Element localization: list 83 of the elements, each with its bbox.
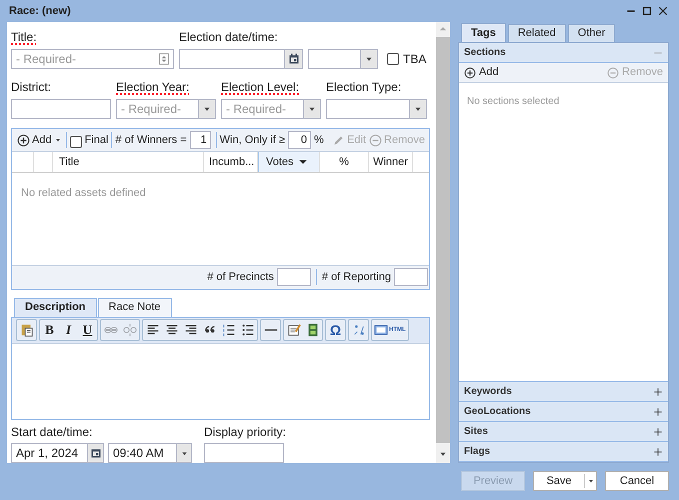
calendar-button[interactable] [284,49,303,69]
expand-icon [653,406,663,416]
align-center-icon [164,323,178,337]
close-icon[interactable] [658,6,668,16]
final-checkbox[interactable] [70,136,82,148]
threshold-field[interactable]: 0 [288,131,311,149]
checkbox-label: Final [84,132,108,148]
side-tab[interactable]: Other [568,24,616,42]
column-header[interactable]: Title [53,152,204,172]
field-label: Election Type: [326,79,402,96]
title-field[interactable]: - Required- [11,49,174,69]
winners-label: # of Winners = [115,132,187,148]
column-header[interactable]: % [320,152,369,172]
winners-field[interactable]: 1 [190,131,211,149]
election-level-dropdown[interactable]: - Required- [221,99,303,119]
empty-message: No sections selected [467,96,560,107]
field-label: Election Year: [116,79,190,96]
field-label: Title: [11,29,37,46]
accordion-header[interactable]: GeoLocations [459,402,668,422]
editor-tab[interactable]: Description [14,298,97,316]
toolbar-button[interactable]: U [78,320,97,340]
caret-icon [54,136,62,144]
date-field[interactable]: Apr 1, 2024 [11,443,87,463]
priority-field[interactable] [204,443,284,463]
window-title: Race: (new) [9,4,72,19]
date-field[interactable] [179,49,284,69]
expand-icon [653,386,663,396]
time-field[interactable]: 09:40 AM [108,443,176,463]
calendar-icon [90,447,102,459]
dots-icon [352,323,366,337]
expand-icon [653,446,663,456]
accordion-header[interactable]: Flags [459,442,668,462]
reporting-label: # of Reporting [322,270,391,285]
field-label: Display priority: [204,424,286,441]
tba-checkbox[interactable] [387,53,399,65]
editor-tab[interactable]: Race Note [98,298,172,316]
precincts-label: # of Precincts [207,270,274,285]
numbered-list-icon [222,323,236,337]
calendar-icon [288,53,300,65]
side-tab[interactable]: Related [508,24,566,42]
field-label: Election date/time: [179,29,278,46]
empty-message: No related assets defined [21,187,146,199]
accordion-header[interactable]: Sections [459,43,668,63]
field-label: District: [11,79,51,96]
maximize-icon[interactable] [642,6,652,16]
threshold-label: Win, Only if ≥ [220,132,285,148]
note-icon [286,323,300,337]
minus-circle-icon [369,134,382,146]
pencil-icon [332,134,346,146]
toolbar-button[interactable]: B [40,320,59,340]
plus-circle-icon [464,66,476,78]
accordion-header[interactable]: Sites [459,422,668,442]
accordion-header[interactable]: Keywords [459,382,668,402]
bullet-list-icon [240,323,254,337]
calendar-button[interactable] [87,443,104,463]
paste-icon [20,323,34,337]
election-year-dropdown[interactable]: - Required- [116,99,198,119]
minus-circle-icon [607,66,620,78]
expand-icon [653,426,663,436]
add-button[interactable]: Add [16,130,63,150]
field-label: Start date/time: [11,424,92,441]
reporting-field[interactable] [394,268,428,286]
unit-label: % [314,132,324,148]
align-left-icon [146,323,160,337]
dialog-button[interactable]: Cancel [605,471,669,491]
broken-link-icon [122,323,136,337]
field-label: Election Level: [221,79,300,96]
toolbar-button[interactable]: Ω [326,320,345,340]
window-icon [374,323,388,337]
precincts-field[interactable] [276,268,311,286]
column-header[interactable]: Winner [369,152,413,172]
spinner-icon [158,52,170,66]
add-button[interactable]: Add [464,64,499,81]
checkbox-label: TBA [403,51,426,68]
film-icon [306,323,320,337]
side-tab[interactable]: Tags [461,23,506,42]
column-header[interactable]: Votes [258,152,320,172]
district-field[interactable] [11,99,111,119]
plus-circle-icon [17,134,30,146]
split-button[interactable]: Save [533,471,597,491]
caret-icon [586,477,594,485]
align-right-icon [184,323,198,337]
toolbar-button[interactable]: I [59,320,78,340]
